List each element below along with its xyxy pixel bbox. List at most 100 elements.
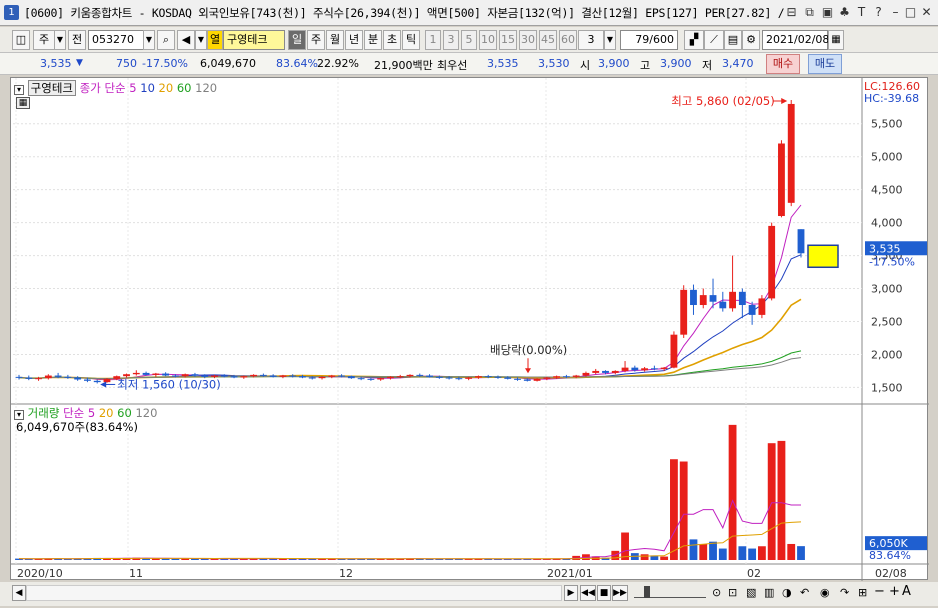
trendline-icon[interactable]: ⟋: [704, 30, 724, 50]
legend-volume-ma5[interactable]: 단순 5: [63, 406, 95, 420]
chart-area[interactable]: 5,500 5,000 4,500 4,000 3,500 3,000 2,500 2,000…: [10, 77, 929, 581]
window-text-icon[interactable]: T: [854, 5, 869, 20]
legend-volume-name[interactable]: 거래량: [28, 406, 60, 420]
help-icon[interactable]: ?: [871, 5, 886, 20]
rewind-icon[interactable]: ◀◀: [580, 585, 596, 601]
code-dropdown-icon[interactable]: ▼: [143, 30, 155, 50]
best-bid: 3,530: [538, 57, 570, 70]
table-icon[interactable]: ▦: [16, 97, 30, 109]
period-button-2[interactable]: 월: [326, 30, 344, 50]
period-button-4[interactable]: 분: [364, 30, 382, 50]
legend-ma5[interactable]: 종가 단순 5: [80, 81, 137, 95]
volume-bars: [15, 424, 805, 560]
dividend-label: 배당락(0.00%): [490, 343, 567, 357]
legend-stock-name[interactable]: 구영테크: [27, 80, 76, 96]
period-button-6[interactable]: 틱: [402, 30, 420, 50]
legend-ma10[interactable]: 10: [140, 81, 155, 95]
minute-option-1[interactable]: 1: [425, 30, 441, 50]
window-split-icon[interactable]: ⊟: [784, 5, 799, 20]
period-button-3[interactable]: 년: [345, 30, 363, 50]
volume-bar-76: [757, 546, 766, 560]
legend-volume-ma20[interactable]: 20: [99, 406, 114, 420]
legend-volume-ma60[interactable]: 60: [117, 406, 132, 420]
chart-lock-icon[interactable]: ⊙: [712, 586, 721, 599]
stop-icon[interactable]: ■: [597, 585, 611, 601]
scroll-right-icon[interactable]: ▶: [564, 585, 578, 601]
tick-option-select[interactable]: 3: [578, 30, 604, 50]
close-icon[interactable]: ✕: [919, 5, 934, 20]
font-size-icon[interactable]: A: [902, 584, 911, 599]
fast-forward-icon[interactable]: ▶▶: [612, 585, 628, 601]
volume-bar-62: [621, 532, 629, 560]
candle-11: [123, 374, 130, 377]
prev-button[interactable]: 전: [68, 30, 86, 50]
search-icon[interactable]: ⌕: [157, 30, 175, 50]
open-label: 시: [580, 59, 591, 72]
window-link-icon[interactable]: ▣: [820, 5, 835, 20]
candle-50: [504, 377, 512, 379]
minute-option-30[interactable]: 30: [519, 30, 537, 50]
stock-name-field[interactable]: 구영테크: [223, 30, 285, 50]
minute-option-45[interactable]: 45: [539, 30, 557, 50]
zoom-out-icon[interactable]: −: [874, 584, 885, 599]
candle-23: [240, 376, 248, 378]
indicator-icon[interactable]: ▞: [684, 30, 704, 50]
horizontal-scrollbar[interactable]: [26, 585, 562, 601]
low-value: 3,470: [722, 57, 754, 70]
candle-63: [631, 367, 639, 371]
chevron-down-icon[interactable]: ▼: [54, 30, 66, 50]
minimize-icon[interactable]: –: [888, 5, 903, 20]
period-button-1[interactable]: 주: [307, 30, 325, 50]
maximize-icon[interactable]: □: [903, 5, 918, 20]
save-icon[interactable]: ▤: [724, 30, 742, 50]
zoom-in-icon[interactable]: +: [889, 584, 900, 599]
legend-ma120[interactable]: 120: [195, 81, 217, 95]
candle-35: [357, 378, 365, 380]
zoom-slider-handle[interactable]: [644, 586, 650, 598]
speaker-dropdown-icon[interactable]: ▼: [195, 30, 207, 50]
chart-print-icon[interactable]: ▥: [764, 586, 774, 599]
speaker-icon[interactable]: ◀: [177, 30, 195, 50]
stock-code-input[interactable]: 053270: [88, 30, 144, 50]
window-copy-icon[interactable]: ⧉: [802, 5, 817, 20]
page-count-field[interactable]: 79/600: [620, 30, 678, 50]
chart-undo-icon[interactable]: ↶: [800, 586, 809, 599]
chart-full-icon[interactable]: ⊞: [858, 586, 867, 599]
chart-image-icon[interactable]: ▧: [746, 586, 756, 599]
chart-link-icon[interactable]: ⊡: [728, 586, 737, 599]
period-dropdown[interactable]: 주: [33, 30, 55, 50]
date-field[interactable]: 2021/02/08: [762, 30, 829, 50]
chart-reset-icon[interactable]: ↷: [840, 586, 849, 599]
buy-button[interactable]: 매수: [766, 54, 800, 74]
max-price-label: 최고 5,860 (02/05): [671, 94, 775, 108]
legend-ma20[interactable]: 20: [159, 81, 174, 95]
minute-option-10[interactable]: 10: [479, 30, 497, 50]
gear-icon[interactable]: ⚙: [742, 30, 760, 50]
legend-ma60[interactable]: 60: [177, 81, 192, 95]
minute-option-5[interactable]: 5: [461, 30, 477, 50]
window-pin-icon[interactable]: ♣: [837, 5, 852, 20]
calendar-icon[interactable]: ▦: [828, 30, 844, 50]
candle-54: [543, 377, 551, 379]
chart-prev-icon[interactable]: ◑: [782, 586, 792, 599]
search-label[interactable]: 열: [207, 30, 223, 50]
period-button-0[interactable]: 일: [288, 30, 306, 50]
chart-type-icon[interactable]: ▾: [14, 85, 24, 95]
candle-24: [250, 374, 258, 377]
stock-chart[interactable]: 5,5005,0004,5004,0003,5003,0002,5002,000…: [11, 78, 929, 581]
high-label: 고: [640, 59, 651, 72]
candle-79: [787, 103, 795, 203]
trade-value: 21,900백만: [374, 59, 433, 72]
candle-7: [84, 379, 91, 381]
minute-option-60[interactable]: 60: [559, 30, 577, 50]
tick-option-chevron-icon[interactable]: ▼: [604, 30, 616, 50]
scroll-left-icon[interactable]: ◀: [12, 585, 26, 601]
chart-redo-icon[interactable]: ◉: [820, 586, 830, 599]
minute-option-15[interactable]: 15: [499, 30, 517, 50]
legend-volume-ma120[interactable]: 120: [135, 406, 157, 420]
sell-button[interactable]: 매도: [808, 54, 842, 74]
layout-icon[interactable]: ◫: [12, 30, 30, 50]
minute-option-3[interactable]: 3: [443, 30, 459, 50]
candle-75: [748, 305, 756, 315]
period-button-5[interactable]: 초: [383, 30, 401, 50]
